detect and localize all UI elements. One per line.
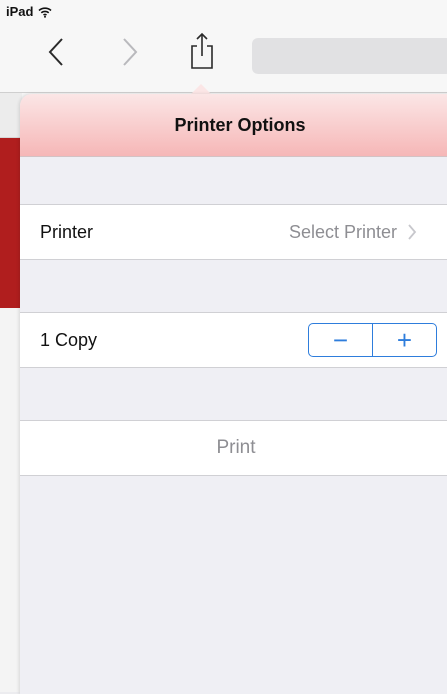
copies-stepper: − + (308, 323, 437, 357)
status-device-name: iPad (6, 4, 33, 19)
printer-value: Select Printer (289, 222, 417, 243)
browser-toolbar (0, 22, 447, 93)
address-bar[interactable] (252, 38, 447, 74)
copies-row: 1 Copy − + (20, 312, 447, 368)
forward-button[interactable] (112, 34, 148, 70)
share-icon (189, 32, 215, 70)
wifi-icon (38, 5, 52, 17)
printer-label: Printer (40, 222, 93, 243)
underlying-page-banner (0, 138, 22, 308)
back-button[interactable] (38, 34, 74, 70)
select-printer-text: Select Printer (289, 222, 397, 243)
print-row[interactable]: Print (20, 420, 447, 476)
increment-button[interactable]: + (373, 324, 436, 356)
chevron-left-icon (47, 37, 65, 67)
printer-options-popover: Printer Options Printer Select Printer 1… (20, 94, 447, 694)
share-button[interactable] (184, 30, 220, 72)
popover-header: Printer Options (20, 94, 447, 157)
decrement-button[interactable]: − (309, 324, 372, 356)
chevron-right-icon (407, 224, 417, 240)
copies-label: 1 Copy (40, 330, 97, 351)
print-button[interactable]: Print (216, 437, 255, 459)
status-bar: iPad (0, 0, 447, 22)
printer-row[interactable]: Printer Select Printer (20, 204, 447, 260)
popover-title: Printer Options (27, 115, 447, 136)
chevron-right-icon (121, 37, 139, 67)
underlying-page-header (0, 93, 22, 138)
